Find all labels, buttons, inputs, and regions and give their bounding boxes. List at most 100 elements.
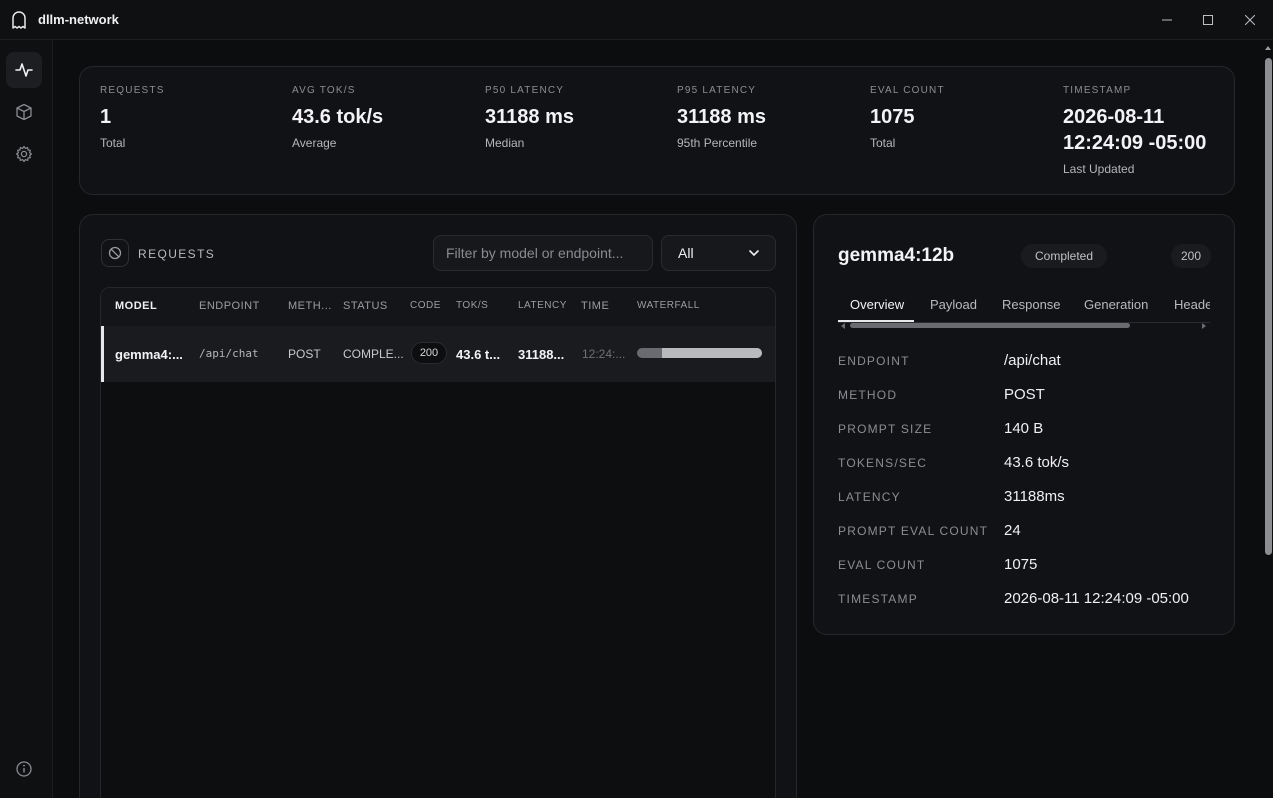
cell-method: POST bbox=[288, 347, 321, 361]
stat-timestamp: TIMESTAMP 2026-08-11 12:24:09 -05:00 Las… bbox=[1063, 85, 1218, 176]
app-title: dllm-network bbox=[38, 12, 119, 27]
scrollbar-thumb[interactable] bbox=[1265, 58, 1272, 555]
column-header-status[interactable]: STATUS bbox=[343, 300, 388, 312]
field-key-prompt-size: PROMPT SIZE bbox=[838, 422, 933, 436]
stat-eval-count: EVAL COUNT 1075 Total bbox=[870, 85, 945, 150]
field-value-eval-count: 1075 bbox=[1004, 556, 1038, 573]
field-value-tokens-sec: 43.6 tok/s bbox=[1004, 454, 1070, 471]
minimize-icon bbox=[1162, 19, 1172, 21]
field-key-method: METHOD bbox=[838, 388, 898, 402]
title-bar: dllm-network bbox=[0, 0, 1273, 40]
column-header-latency[interactable]: LATENCY bbox=[518, 300, 567, 311]
stat-value: 43.6 tok/s bbox=[292, 106, 384, 128]
stat-sub: Last Updated bbox=[1063, 162, 1135, 176]
filter-input[interactable] bbox=[433, 235, 653, 271]
code-badge: 200 bbox=[1171, 244, 1211, 268]
scroll-left-icon[interactable] bbox=[841, 323, 845, 329]
filter-select[interactable]: All bbox=[661, 235, 776, 271]
cell-latency: 31188... bbox=[518, 347, 565, 362]
stats-panel: REQUESTS 1 Total AVG TOK/S 43.6 tok/s Av… bbox=[79, 66, 1235, 195]
stat-sub: 95th Percentile bbox=[677, 136, 758, 150]
stat-label: P50 LATENCY bbox=[485, 85, 565, 96]
stat-value: 31188 ms bbox=[677, 106, 766, 128]
cell-code-badge: 200 bbox=[411, 342, 447, 364]
tabs-scrollbar-thumb[interactable] bbox=[850, 323, 1130, 328]
field-value-method: POST bbox=[1004, 386, 1045, 403]
waterfall-bar bbox=[637, 348, 762, 358]
stat-avg-toks: AVG TOK/S 43.6 tok/s Average bbox=[292, 85, 383, 150]
stat-p95-latency: P95 LATENCY 31188 ms 95th Percentile bbox=[677, 85, 766, 150]
cell-toks: 43.6 t... bbox=[456, 347, 501, 362]
status-badge: Completed bbox=[1021, 244, 1107, 268]
maximize-icon bbox=[1203, 15, 1213, 25]
stat-label: P95 LATENCY bbox=[677, 85, 757, 96]
sidebar-item-network[interactable] bbox=[6, 52, 42, 88]
column-header-code[interactable]: CODE bbox=[410, 300, 441, 311]
stat-sub: Total bbox=[100, 136, 126, 150]
field-value-prompt-eval-count: 24 bbox=[1004, 522, 1021, 539]
maximize-button[interactable] bbox=[1198, 10, 1218, 30]
table-header: MODEL ENDPOINT METH... STATUS CODE TOK/S… bbox=[101, 288, 775, 326]
field-value-endpoint: /api/chat bbox=[1004, 352, 1061, 369]
cell-time: 12:24:... bbox=[582, 347, 626, 361]
waterfall-fill bbox=[662, 348, 762, 358]
stat-sub: Average bbox=[292, 136, 337, 150]
stat-sub: Median bbox=[485, 136, 525, 150]
field-key-latency: LATENCY bbox=[838, 490, 901, 504]
stat-requests: REQUESTS 1 Total bbox=[100, 85, 165, 150]
cell-model: gemma4:... bbox=[115, 347, 183, 362]
cell-endpoint: /api/chat bbox=[199, 347, 259, 360]
column-header-method[interactable]: METH... bbox=[288, 300, 332, 312]
activity-icon bbox=[15, 63, 33, 77]
field-key-tokens-sec: TOKENS/SEC bbox=[838, 456, 928, 470]
detail-tabs: Overview Payload Response Generation Hea… bbox=[838, 289, 1210, 323]
gear-icon bbox=[15, 145, 33, 163]
tab-headers[interactable]: Heade bbox=[1174, 297, 1210, 312]
field-key-timestamp: TIMESTAMP bbox=[838, 592, 918, 606]
table-row[interactable]: gemma4:... /api/chat POST COMPLE... 200 … bbox=[101, 326, 775, 382]
sidebar-item-settings[interactable] bbox=[6, 136, 42, 172]
scroll-up-arrow-icon[interactable] bbox=[1265, 46, 1271, 50]
stat-value: 1 bbox=[100, 106, 112, 128]
column-header-toks[interactable]: TOK/S bbox=[456, 300, 488, 311]
sidebar-item-about[interactable] bbox=[6, 751, 42, 787]
scroll-right-icon[interactable] bbox=[1202, 323, 1206, 329]
cube-icon bbox=[16, 103, 32, 121]
clear-icon bbox=[108, 246, 122, 260]
sidebar-item-models[interactable] bbox=[6, 94, 42, 130]
stat-label: AVG TOK/S bbox=[292, 85, 356, 96]
field-value-prompt-size: 140 B bbox=[1004, 420, 1044, 437]
requests-table: MODEL ENDPOINT METH... STATUS CODE TOK/S… bbox=[100, 287, 776, 798]
tab-generation[interactable]: Generation bbox=[1084, 297, 1148, 312]
field-value-latency: 31188ms bbox=[1004, 488, 1065, 505]
column-header-endpoint[interactable]: ENDPOINT bbox=[199, 300, 260, 312]
stat-value: 31188 ms bbox=[485, 106, 574, 128]
chevron-down-icon bbox=[749, 250, 759, 256]
column-header-waterfall[interactable]: WATERFALL bbox=[637, 300, 700, 311]
tab-response[interactable]: Response bbox=[1002, 297, 1061, 312]
tab-payload[interactable]: Payload bbox=[930, 297, 977, 312]
sidebar bbox=[0, 40, 53, 798]
minimize-button[interactable] bbox=[1157, 10, 1177, 30]
info-icon bbox=[16, 761, 32, 777]
tabs-scrollbar[interactable] bbox=[838, 322, 1210, 330]
column-header-time[interactable]: TIME bbox=[581, 300, 609, 312]
field-value-timestamp: 2026-08-11 12:24:09 -05:00 bbox=[1004, 590, 1189, 607]
request-detail-panel: gemma4:12b Completed 200 Overview Payloa… bbox=[813, 214, 1235, 635]
close-button[interactable] bbox=[1240, 10, 1260, 30]
stat-p50-latency: P50 LATENCY 31188 ms Median bbox=[485, 85, 574, 150]
column-header-model[interactable]: MODEL bbox=[115, 300, 157, 312]
stat-label: EVAL COUNT bbox=[870, 85, 945, 96]
clear-requests-button[interactable] bbox=[101, 239, 129, 267]
stat-label: REQUESTS bbox=[100, 85, 165, 96]
tab-overview[interactable]: Overview bbox=[850, 297, 904, 312]
field-key-endpoint: ENDPOINT bbox=[838, 354, 910, 368]
field-key-prompt-eval-count: PROMPT EVAL COUNT bbox=[838, 524, 989, 538]
ghost-icon bbox=[12, 11, 26, 29]
requests-panel: REQUESTS All MODEL ENDPOINT METH... STAT… bbox=[79, 214, 797, 798]
requests-title: REQUESTS bbox=[138, 247, 216, 261]
cell-status: COMPLE... bbox=[343, 347, 404, 361]
field-key-eval-count: EVAL COUNT bbox=[838, 558, 926, 572]
stat-sub: Total bbox=[870, 136, 896, 150]
close-icon bbox=[1245, 15, 1255, 25]
